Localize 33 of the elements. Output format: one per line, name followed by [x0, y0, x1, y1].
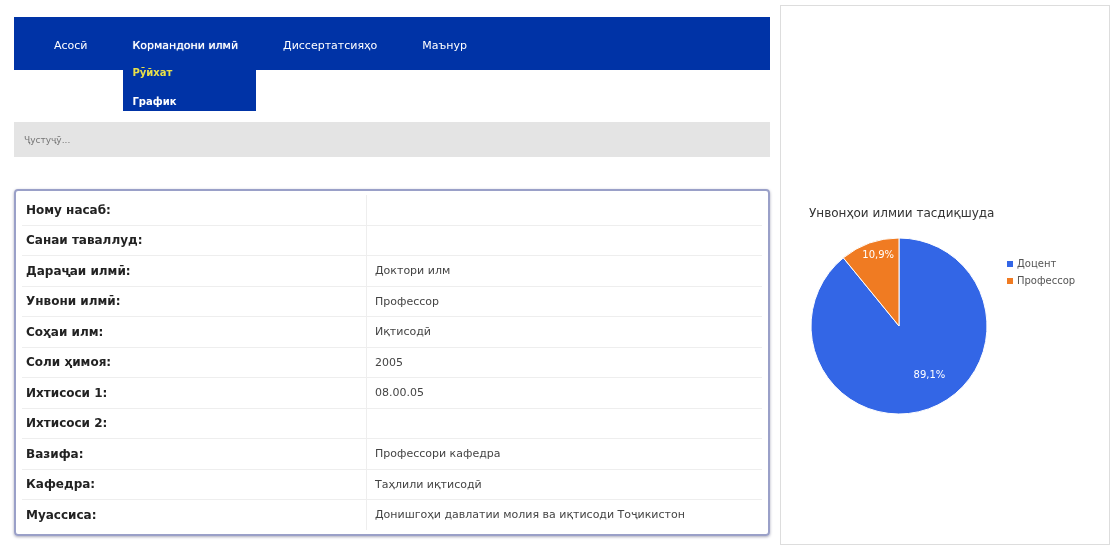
field-label: Кафедра:	[25, 477, 97, 492]
field-label: Соли ҳимоя:	[25, 355, 113, 370]
field-label: Муассиса:	[25, 507, 98, 522]
legend-label: Доцент	[1017, 258, 1057, 269]
field-value: Иқтисодӣ	[366, 317, 762, 347]
field-label: Унвони илмӣ:	[25, 294, 122, 309]
nav-item[interactable]: Кормандони илмӣ	[132, 39, 239, 52]
slice-label: 10,9%	[862, 248, 895, 260]
field-value: Донишгоҳи давлатии молия ва иқтисоди Тоҷикистон	[366, 500, 762, 530]
nav-item[interactable]: Асосӣ	[54, 39, 88, 52]
nav-item[interactable]: Маънур	[422, 39, 467, 52]
legend-label: Профессор	[1017, 275, 1076, 286]
field-label: Ихтисоси 1:	[25, 385, 109, 400]
legend-swatch	[1007, 277, 1013, 284]
field-label: Вазифа:	[25, 446, 85, 461]
field-value: Профессор	[366, 286, 762, 316]
field-label: Санаи таваллуд:	[25, 233, 144, 248]
nav-item[interactable]: Диссертатсияҳо	[283, 39, 378, 52]
menu-item[interactable]: Рӯйхат	[132, 67, 256, 78]
field-value: Таҳлили иқтисодӣ	[366, 469, 762, 499]
field-label: Соҳаи илм:	[25, 324, 105, 339]
slice-label: 89,1%	[913, 368, 946, 380]
menu-item[interactable]: График	[132, 96, 256, 107]
field-value: Профессори кафедра	[366, 439, 762, 469]
field-label: Ихтисоси 2:	[25, 416, 109, 431]
field-label: Дараҷаи илмӣ:	[25, 263, 132, 278]
field-value: 2005	[366, 347, 762, 377]
search-field[interactable]: Ҷустуҷӯ...	[14, 122, 770, 157]
legend-swatch	[1007, 260, 1013, 267]
field-value: 08.00.05	[366, 378, 762, 408]
field-value: Доктори илм	[366, 256, 762, 286]
chart-title: Унвонҳои илмии тасдиқшуда	[809, 206, 996, 220]
field-label: Ному насаб:	[25, 202, 112, 217]
